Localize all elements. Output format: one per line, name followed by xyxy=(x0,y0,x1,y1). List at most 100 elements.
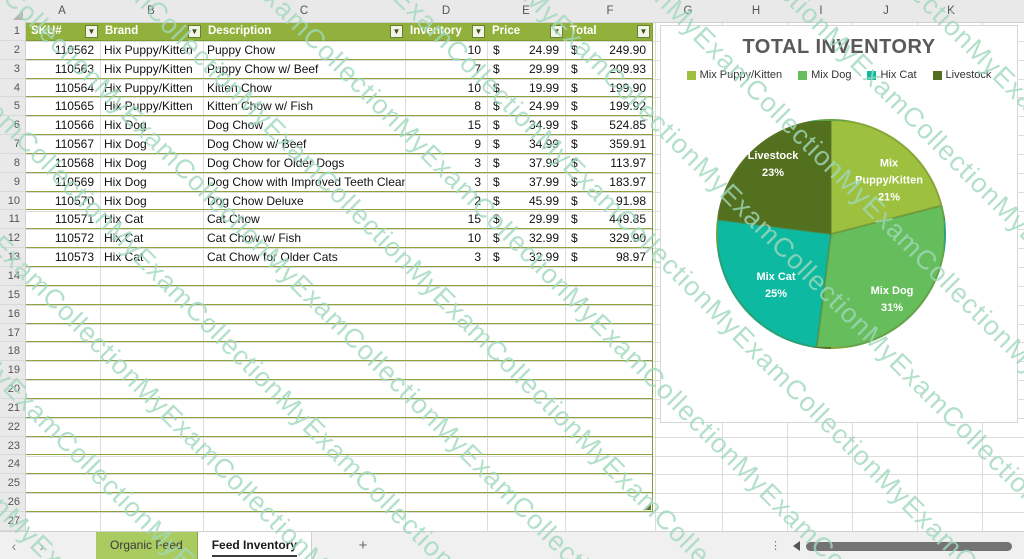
cell-brand[interactable]: Hix Dog xyxy=(100,192,203,210)
cell-total[interactable]: $199.92 xyxy=(565,97,652,115)
table-empty-row[interactable] xyxy=(26,474,652,493)
row-header-20[interactable]: 20 xyxy=(0,380,25,399)
cell-total[interactable]: $359.91 xyxy=(565,135,652,153)
cell-inventory[interactable]: 15 xyxy=(405,210,487,228)
row-header-22[interactable]: 22 xyxy=(0,418,25,437)
cell-description[interactable]: Kitten Chow xyxy=(203,79,405,97)
row-header-25[interactable]: 25 xyxy=(0,474,25,493)
column-header-G[interactable]: G xyxy=(684,0,693,22)
column-header-C[interactable]: C xyxy=(300,0,308,22)
cell-sku[interactable]: 110573 xyxy=(26,248,100,266)
column-header-J[interactable]: J xyxy=(883,0,889,22)
column-header-K[interactable]: K xyxy=(947,0,955,22)
cell-price[interactable]: $34.99 xyxy=(487,135,565,153)
cell-sku[interactable]: 110571 xyxy=(26,210,100,228)
cell-price[interactable]: $32.99 xyxy=(487,248,565,266)
cell-brand[interactable]: Hix Dog xyxy=(100,116,203,134)
cell-brand[interactable]: Hix Dog xyxy=(100,135,203,153)
row-header-10[interactable]: 10 xyxy=(0,192,25,211)
add-sheet-button[interactable]: + xyxy=(352,532,374,559)
row-header-14[interactable]: 14 xyxy=(0,267,25,286)
cell-inventory[interactable]: 10 xyxy=(405,229,487,247)
row-header-8[interactable]: 8 xyxy=(0,154,25,173)
row-header-15[interactable]: 15 xyxy=(0,286,25,305)
cell-description[interactable]: Cat Chow w/ Fish xyxy=(203,229,405,247)
cell-description[interactable]: Kitten Chow w/ Fish xyxy=(203,97,405,115)
cell-total[interactable]: $199.90 xyxy=(565,79,652,97)
row-header-26[interactable]: 26 xyxy=(0,493,25,512)
cell-price[interactable]: $29.99 xyxy=(487,60,565,78)
cell-price[interactable]: $24.99 xyxy=(487,41,565,59)
cell-sku[interactable]: 110566 xyxy=(26,116,100,134)
cell-total[interactable]: $98.97 xyxy=(565,248,652,266)
cell-brand[interactable]: Hix Dog xyxy=(100,173,203,191)
cell-sku[interactable]: 110562 xyxy=(26,41,100,59)
table-empty-row[interactable] xyxy=(26,399,652,418)
column-header-E[interactable]: E xyxy=(522,0,530,22)
column-header-F[interactable]: F xyxy=(606,0,613,22)
cell-description[interactable]: Dog Chow w/ Beef xyxy=(203,135,405,153)
cell-brand[interactable]: Hix Puppy/Kitten xyxy=(100,97,203,115)
cell-brand[interactable]: Hix Puppy/Kitten xyxy=(100,41,203,59)
cell-sku[interactable]: 110564 xyxy=(26,79,100,97)
horizontal-scrollbar-thumb[interactable] xyxy=(806,542,1012,551)
cell-description[interactable]: Puppy Chow w/ Beef xyxy=(203,60,405,78)
cell-total[interactable]: $183.97 xyxy=(565,173,652,191)
cell-sku[interactable]: 110565 xyxy=(26,97,100,115)
cell-price[interactable]: $34.99 xyxy=(487,116,565,134)
row-header-18[interactable]: 18 xyxy=(0,342,25,361)
cell-sku[interactable]: 110572 xyxy=(26,229,100,247)
cell-inventory[interactable]: 10 xyxy=(405,79,487,97)
cell-price[interactable]: $45.99 xyxy=(487,192,565,210)
column-header-B[interactable]: B xyxy=(147,0,155,22)
table-empty-row[interactable] xyxy=(26,267,652,286)
table-empty-row[interactable] xyxy=(26,361,652,380)
table-empty-row[interactable] xyxy=(26,437,652,456)
cell-price[interactable]: $29.99 xyxy=(487,210,565,228)
filter-dropdown-button[interactable]: ▼ xyxy=(472,25,485,38)
row-header-6[interactable]: 6 xyxy=(0,116,25,135)
column-header-I[interactable]: I xyxy=(819,0,822,22)
row-header-23[interactable]: 23 xyxy=(0,437,25,456)
row-header-5[interactable]: 5 xyxy=(0,97,25,116)
prev-sheet-button[interactable]: ‹ xyxy=(0,532,28,559)
row-header-9[interactable]: 9 xyxy=(0,173,25,192)
filter-dropdown-button[interactable]: ▼ xyxy=(637,25,650,38)
cell-inventory[interactable]: 9 xyxy=(405,135,487,153)
sheet-tab-organic-feed[interactable]: Organic Feed xyxy=(96,532,198,559)
table-empty-row[interactable] xyxy=(26,493,652,512)
row-header-17[interactable]: 17 xyxy=(0,324,25,343)
cell-inventory[interactable]: 8 xyxy=(405,97,487,115)
row-header-21[interactable]: 21 xyxy=(0,399,25,418)
cell-brand[interactable]: Hix Dog xyxy=(100,154,203,172)
table-empty-row[interactable] xyxy=(26,380,652,399)
filter-dropdown-button[interactable]: ▼ xyxy=(550,25,563,38)
cell-price[interactable]: $37.99 xyxy=(487,154,565,172)
header-cell-total[interactable]: Total▼ xyxy=(565,22,652,40)
row-header-7[interactable]: 7 xyxy=(0,135,25,154)
row-header-1[interactable]: 1 xyxy=(0,22,25,41)
inventory-pie-chart[interactable]: TOTAL INVENTORY Mix Puppy/KittenMix DogH… xyxy=(660,25,1018,423)
row-header-16[interactable]: 16 xyxy=(0,305,25,324)
cell-inventory[interactable]: 2 xyxy=(405,192,487,210)
horizontal-scrollbar[interactable] xyxy=(806,540,1018,552)
cell-description[interactable]: Dog Chow for Older Dogs xyxy=(203,154,405,172)
table-empty-row[interactable] xyxy=(26,455,652,474)
cell-price[interactable]: $24.99 xyxy=(487,97,565,115)
cell-price[interactable]: $37.99 xyxy=(487,173,565,191)
row-header-2[interactable]: 2 xyxy=(0,41,25,60)
cell-total[interactable]: $449.85 xyxy=(565,210,652,228)
row-header-11[interactable]: 11 xyxy=(0,210,25,229)
table-empty-row[interactable] xyxy=(26,305,652,324)
cell-brand[interactable]: Hix Cat xyxy=(100,229,203,247)
cell-total[interactable]: $249.90 xyxy=(565,41,652,59)
filter-dropdown-button[interactable]: ▼ xyxy=(188,25,201,38)
next-sheet-button[interactable]: › xyxy=(28,532,56,559)
cell-total[interactable]: $329.90 xyxy=(565,229,652,247)
cell-brand[interactable]: Hix Cat xyxy=(100,210,203,228)
cell-inventory[interactable]: 10 xyxy=(405,41,487,59)
filter-dropdown-button[interactable]: ▼ xyxy=(390,25,403,38)
cell-total[interactable]: $209.93 xyxy=(565,60,652,78)
cell-total[interactable]: $91.98 xyxy=(565,192,652,210)
cell-description[interactable]: Dog Chow Deluxe xyxy=(203,192,405,210)
